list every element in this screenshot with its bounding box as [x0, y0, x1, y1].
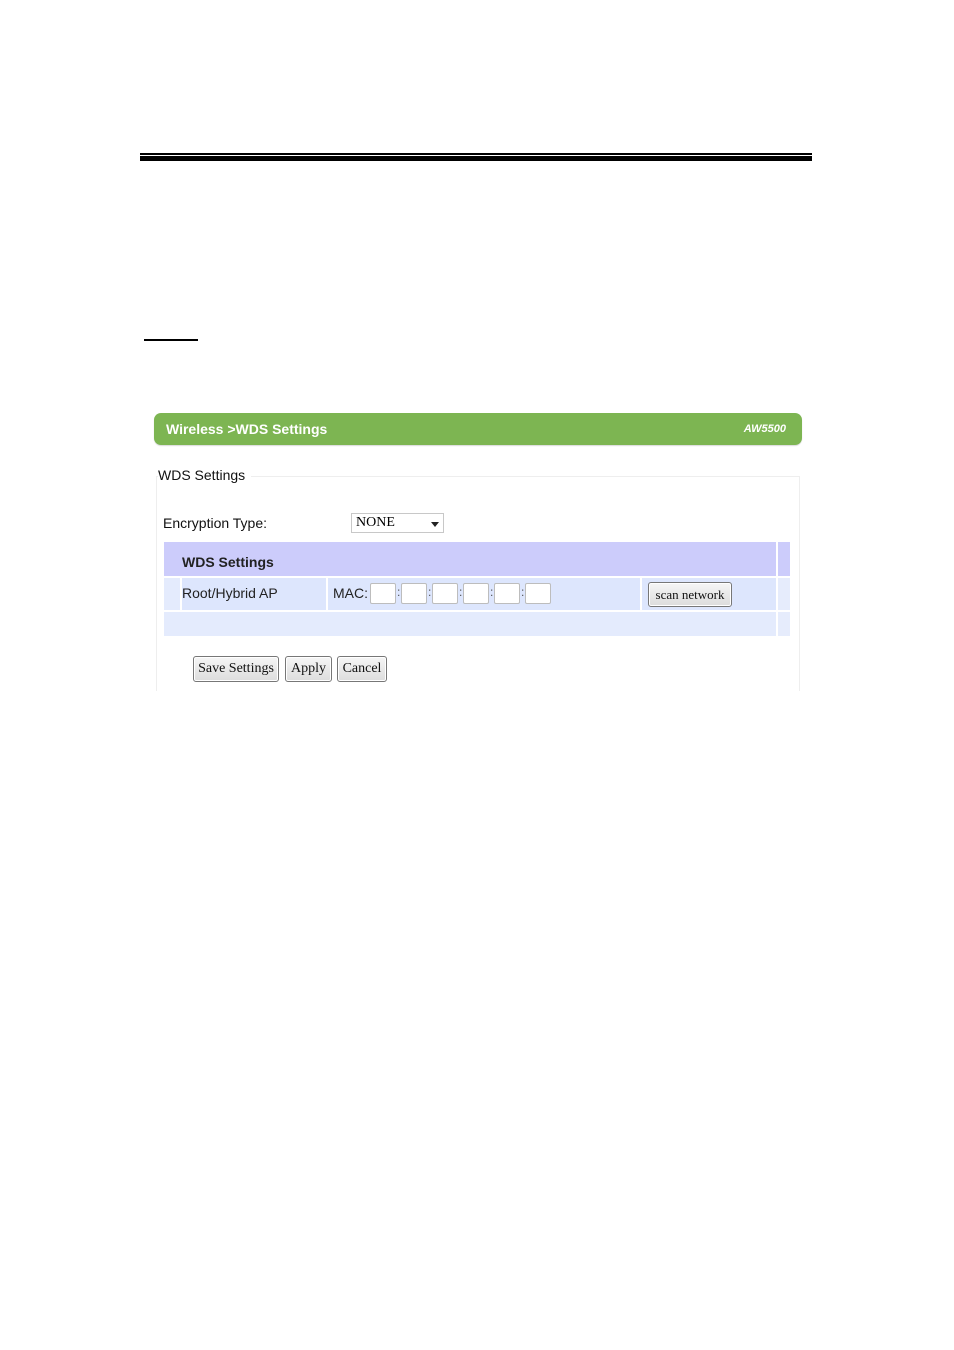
- table-header-title: WDS Settings: [182, 554, 274, 570]
- encryption-type-select[interactable]: NONE: [351, 513, 444, 533]
- mac-separator: :: [459, 585, 463, 599]
- table-row-empty: [164, 612, 790, 636]
- table-row: Root/Hybrid AP MAC: : : : : : scan netwo…: [164, 578, 790, 610]
- breadcrumb: Wireless >WDS Settings: [166, 421, 328, 437]
- mac-separator: :: [521, 585, 525, 599]
- cancel-button[interactable]: Cancel: [337, 656, 387, 682]
- fieldset-legend: WDS Settings: [158, 467, 252, 483]
- row-tail: [778, 578, 790, 610]
- empty-row-cell: [164, 612, 776, 636]
- mac-label: MAC:: [333, 585, 368, 601]
- root-hybrid-ap-label: Root/Hybrid AP: [182, 585, 278, 601]
- save-settings-button[interactable]: Save Settings: [193, 656, 279, 682]
- encryption-type-label: Encryption Type:: [163, 515, 268, 531]
- row-spacer: [164, 578, 180, 610]
- mac-octet-5[interactable]: [494, 583, 520, 604]
- section-underline: [144, 339, 198, 341]
- mac-separator: :: [397, 585, 401, 599]
- mac-separator: :: [428, 585, 432, 599]
- encryption-type-value: NONE: [356, 515, 395, 530]
- header-rule-thick: [140, 156, 812, 161]
- table-header-tail: [778, 542, 790, 576]
- device-model: AW5500: [743, 423, 786, 435]
- header-rule-thin: [140, 153, 812, 155]
- scan-network-button[interactable]: scan network: [648, 582, 732, 607]
- empty-row-tail: [778, 612, 790, 636]
- chevron-down-icon: [431, 522, 439, 527]
- mac-octet-4[interactable]: [463, 583, 489, 604]
- apply-button[interactable]: Apply: [285, 656, 332, 682]
- row-label-cell: Root/Hybrid AP: [182, 578, 326, 610]
- mac-octet-6[interactable]: [525, 583, 551, 604]
- mac-cell: MAC: : : : : :: [328, 578, 640, 610]
- page-title-bar: Wireless >WDS Settings AW5500: [154, 413, 802, 445]
- table-header: WDS Settings: [164, 542, 776, 576]
- mac-octet-2[interactable]: [401, 583, 427, 604]
- mac-separator: :: [490, 585, 494, 599]
- mac-octet-1[interactable]: [370, 583, 396, 604]
- action-cell: scan network: [642, 578, 776, 610]
- mac-octet-3[interactable]: [432, 583, 458, 604]
